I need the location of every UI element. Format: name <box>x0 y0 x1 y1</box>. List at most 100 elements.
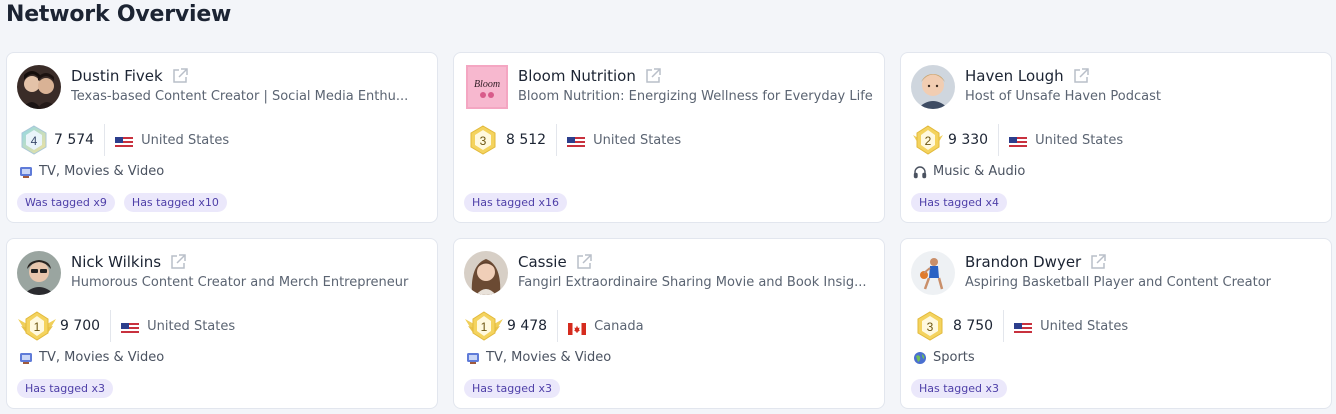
external-link-icon[interactable] <box>1072 67 1090 85</box>
creator-card[interactable]: Cassie Fangirl Extraordinaire Sharing Mo… <box>453 238 885 409</box>
creator-card[interactable]: Dustin Fivek Texas-based Content Creator… <box>6 52 438 223</box>
creator-name[interactable]: Nick Wilkins <box>71 253 161 271</box>
creator-name[interactable]: Brandon Dwyer <box>965 253 1081 271</box>
rank-number: 3 <box>927 320 934 334</box>
country-label: United States <box>1040 318 1129 334</box>
follower-count: 7 574 <box>54 132 95 148</box>
us-flag-icon <box>567 134 586 149</box>
rank-number: 2 <box>925 134 932 148</box>
stats-row: 4 7 574 United States <box>17 123 229 157</box>
country-label: United States <box>147 318 236 334</box>
creator-name[interactable]: Cassie <box>518 253 567 271</box>
rank-badge-icon: 1 <box>17 309 57 343</box>
tag-list: Has tagged x3 <box>464 379 561 398</box>
avatar[interactable]: Bloom <box>466 65 510 109</box>
rank-badge-icon: 4 <box>17 123 51 157</box>
divider <box>1003 310 1005 342</box>
country-label: United States <box>141 132 230 148</box>
divider <box>557 310 559 342</box>
creator-bio: Bloom Nutrition: Energizing Wellness for… <box>518 89 873 104</box>
rank-number: 4 <box>31 134 38 148</box>
headphones-icon <box>913 165 927 179</box>
follower-count: 9 478 <box>507 318 548 334</box>
creator-bio: Humorous Content Creator and Merch Entre… <box>71 275 409 290</box>
category-label: TV, Movies & Video <box>39 164 165 179</box>
creator-bio: Host of Unsafe Haven Podcast <box>965 89 1161 104</box>
creator-name[interactable]: Dustin Fivek <box>71 67 163 85</box>
creator-bio: Aspiring Basketball Player and Content C… <box>965 275 1272 290</box>
category: Music & Audio <box>913 164 1025 179</box>
tag-badge: Has tagged x3 <box>17 379 114 398</box>
tv-icon <box>19 351 33 365</box>
creator-name[interactable]: Bloom Nutrition <box>518 67 636 85</box>
tag-list: Has tagged x4 <box>911 193 1008 212</box>
creator-bio: Texas-based Content Creator | Social Med… <box>71 89 409 104</box>
rank-number: 3 <box>480 134 487 148</box>
country-label: United States <box>1035 132 1124 148</box>
tag-list: Was tagged x9 Has tagged x10 <box>17 193 227 212</box>
country-label: Canada <box>594 318 644 334</box>
follower-count: 8 750 <box>953 318 994 334</box>
creator-card[interactable]: Haven Lough Host of Unsafe Haven Podcast… <box>900 52 1332 223</box>
tag-list: Has tagged x16 <box>464 193 568 212</box>
tv-icon <box>19 165 33 179</box>
category: TV, Movies & Video <box>466 350 611 365</box>
avatar[interactable] <box>464 251 508 295</box>
country-label: United States <box>593 132 682 148</box>
us-flag-icon <box>121 320 140 335</box>
tv-icon <box>466 351 480 365</box>
category-label: TV, Movies & Video <box>39 350 165 365</box>
stats-row: 2 9 330 United States <box>911 123 1123 157</box>
avatar[interactable] <box>17 65 61 109</box>
divider <box>110 310 112 342</box>
rank-badge-icon: 3 <box>915 309 945 343</box>
rank-badge-icon: 1 <box>464 309 504 343</box>
us-flag-icon <box>1014 320 1033 335</box>
category-label: Music & Audio <box>933 164 1026 179</box>
us-flag-icon <box>1009 134 1028 149</box>
category: Sports <box>913 350 975 365</box>
external-link-icon[interactable] <box>575 253 593 271</box>
follower-count: 9 330 <box>948 132 989 148</box>
tag-badge: Has tagged x10 <box>123 193 227 212</box>
tag-badge: Has tagged x4 <box>911 193 1008 212</box>
stats-row: 1 9 478 Canada <box>464 309 644 343</box>
rank-number: 1 <box>34 320 41 334</box>
tag-badge: Has tagged x3 <box>464 379 561 398</box>
svg-text:Bloom: Bloom <box>474 79 500 90</box>
external-link-icon[interactable] <box>644 67 662 85</box>
divider <box>556 124 558 156</box>
canada-flag-icon <box>568 320 587 335</box>
follower-count: 8 512 <box>506 132 547 148</box>
us-flag-icon <box>115 134 134 149</box>
page-title: Network Overview <box>6 2 232 27</box>
category: TV, Movies & Video <box>19 350 164 365</box>
rank-badge-icon: 3 <box>468 123 498 157</box>
creator-name[interactable]: Haven Lough <box>965 67 1064 85</box>
stats-row: 3 8 750 United States <box>915 309 1128 343</box>
avatar[interactable] <box>911 251 955 295</box>
category-label: TV, Movies & Video <box>486 350 612 365</box>
tag-list: Has tagged x3 <box>17 379 114 398</box>
stats-row: 3 8 512 United States <box>468 123 681 157</box>
avatar[interactable] <box>911 65 955 109</box>
avatar[interactable] <box>17 251 61 295</box>
external-link-icon[interactable] <box>171 67 189 85</box>
external-link-icon[interactable] <box>169 253 187 271</box>
divider <box>104 124 106 156</box>
creator-bio: Fangirl Extraordinaire Sharing Movie and… <box>518 275 867 290</box>
creator-card[interactable]: Nick Wilkins Humorous Content Creator an… <box>6 238 438 409</box>
tag-badge: Was tagged x9 <box>17 193 115 212</box>
tag-badge: Has tagged x16 <box>464 193 568 212</box>
category-label: Sports <box>933 350 975 365</box>
rank-badge-icon: 2 <box>911 123 945 157</box>
tag-badge: Has tagged x3 <box>911 379 1008 398</box>
divider <box>998 124 1000 156</box>
stats-row: 1 9 700 United States <box>17 309 235 343</box>
external-link-icon[interactable] <box>1089 253 1107 271</box>
follower-count: 9 700 <box>60 318 101 334</box>
creator-card[interactable]: Brandon Dwyer Aspiring Basketball Player… <box>900 238 1332 409</box>
globe-icon <box>913 351 927 365</box>
category: TV, Movies & Video <box>19 164 164 179</box>
creator-card[interactable]: Bloom Bloom Nutrition Bloom Nutrition: E… <box>453 52 885 223</box>
